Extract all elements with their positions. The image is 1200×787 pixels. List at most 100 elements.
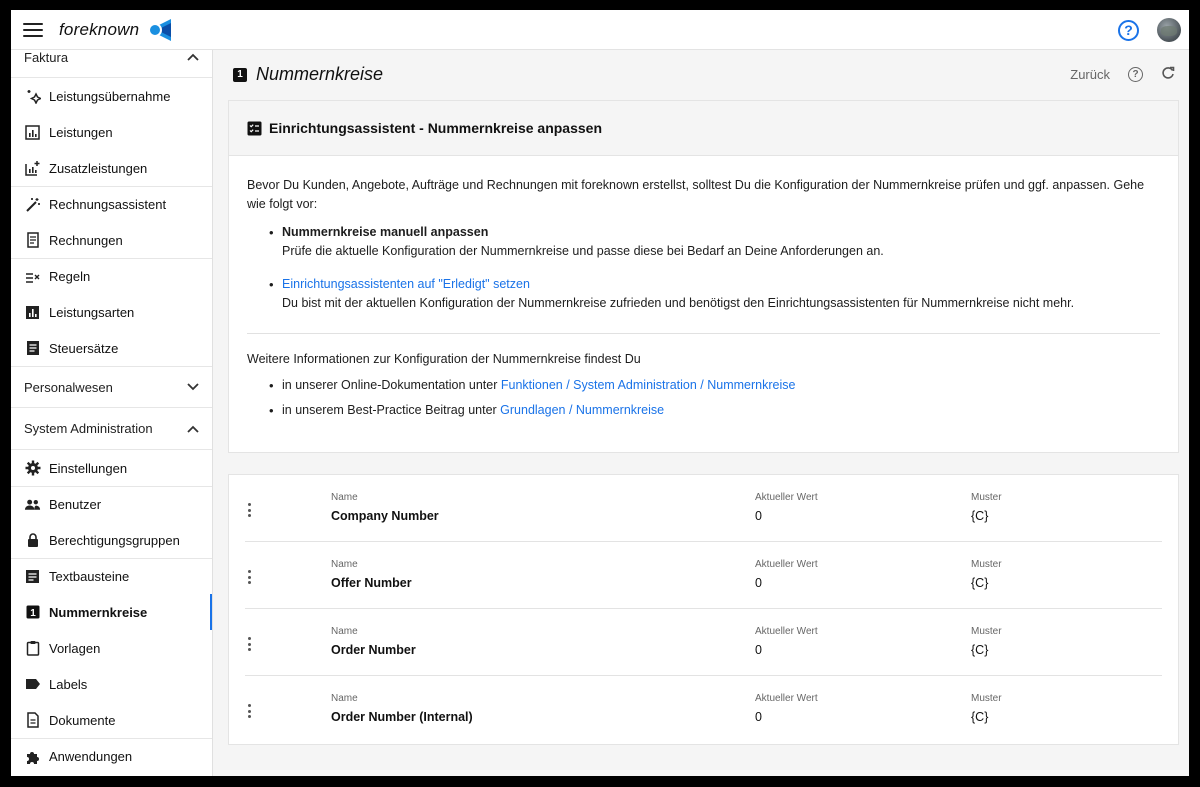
magic-wand-icon [24,196,41,213]
column-label: Aktueller Wert [755,559,818,570]
back-button[interactable]: Zurück [1070,67,1110,82]
sidebar-section-label: Personalwesen [24,379,113,395]
sidebar-item-nummernkreise[interactable]: 1 Nummernkreise [11,594,212,630]
sidebar-item-anwendungen[interactable]: Anwendungen [11,738,212,774]
sidebar-item-label: Dokumente [49,712,116,728]
sidebar-item-berechtigungsgruppen[interactable]: Berechtigungsgruppen [11,522,212,558]
menu-icon[interactable] [23,22,43,37]
sidebar-section-label: System Administration [24,421,153,436]
cell-value: 0 [755,509,762,523]
step-description: Prüfe die aktuelle Konfiguration der Num… [282,244,884,258]
help-icon[interactable]: ? [1128,67,1143,82]
number-box-icon: 1 [233,67,247,82]
bar-chart-icon [24,124,41,141]
sidebar-item-vorlagen[interactable]: Vorlagen [11,630,212,666]
file-icon [24,712,41,729]
table-row[interactable]: Name Offer Number Aktueller Wert 0 Muster {… [245,542,1162,609]
links-list: in unserer Online-Dokumentation unter Fu… [247,376,1160,420]
step-description: Du bist mit der aktuellen Konfiguration … [282,296,1075,310]
sidebar-item-rechnungsassistent[interactable]: Rechnungsassistent [11,186,212,222]
cell-value: 0 [755,576,762,590]
sidebar-item-benutzer[interactable]: Benutzer [11,486,212,522]
avatar[interactable] [1157,18,1181,42]
gear-icon [24,460,41,477]
table-row[interactable]: Name Order Number Aktueller Wert 0 Muster {… [245,609,1162,676]
documentation-link[interactable]: Funktionen / System Administration / Num… [501,378,796,392]
sidebar-section-system-administration[interactable]: System Administration [11,408,212,450]
sidebar-item-steuersaetze[interactable]: Steuersätze [11,330,212,366]
list-item: Nummernkreise manuell anpassen Prüfe die… [247,223,1160,261]
sidebar-item-label: Rechnungsassistent [49,197,167,212]
sidebar-item-einstellungen[interactable]: Einstellungen [11,450,212,486]
more-vert-icon[interactable] [247,704,251,718]
bp-prefix: in unserem Best-Practice Beitrag unter [282,403,501,417]
intro-text: Bevor Du Kunden, Angebote, Aufträge und … [247,178,1145,211]
sidebar-item-dokumente[interactable]: Dokumente [11,702,212,738]
clipboard-icon [24,640,41,657]
column-label: Muster [971,559,1002,570]
chart-box-icon [24,304,41,321]
more-vert-icon[interactable] [247,637,251,651]
sidebar-item-textbausteine[interactable]: Textbausteine [11,558,212,594]
sidebar-section-faktura[interactable]: Faktura [11,50,212,78]
column-label: Name [331,492,358,503]
rule-icon [24,268,41,285]
sidebar-section-label: Faktura [24,50,69,65]
page-header: 1 Nummernkreise [233,64,383,85]
bar-chart-plus-icon [24,160,41,177]
sidebar-item-label: Leistungsübernahme [49,88,171,104]
card-title: Einrichtungsassistent - Nummernkreise an… [269,120,602,136]
step-title: Nummernkreise manuell anpassen [282,225,489,239]
text-box-icon [24,568,41,585]
sidebar-item-label: Labels [49,676,88,692]
puzzle-icon [24,748,41,765]
best-practice-link[interactable]: Grundlagen / Nummernkreise [500,403,664,417]
table-row[interactable]: Name Company Number Aktueller Wert 0 Muste… [245,475,1162,542]
help-icon[interactable]: ? [1118,19,1139,41]
column-label: Name [331,559,358,570]
users-icon [24,496,41,513]
sidebar-item-leistungsarten[interactable]: Leistungsarten [11,294,212,330]
cell-pattern: {C} [971,509,989,523]
sidebar-item-label: Regeln [49,269,91,284]
label-icon [24,676,41,693]
list-item: in unserem Best-Practice Beitrag unter G… [247,401,1160,420]
column-label: Aktueller Wert [755,626,818,637]
column-label: Aktueller Wert [755,492,818,503]
sidebar-item-label: Leistungen [49,124,113,140]
chevron-down-icon[interactable] [186,380,200,394]
chevron-up-icon[interactable] [186,422,200,436]
sparkle-icon [24,88,41,105]
sidebar-item-label: Einstellungen [49,460,128,476]
sidebar-item-zusatzleistungen[interactable]: Zusatzleistungen [11,150,212,186]
page-title: Nummernkreise [256,64,384,84]
card-body: Bevor Du Kunden, Angebote, Aufträge und … [229,156,1178,420]
refresh-icon[interactable] [1161,66,1175,83]
doc-prefix: in unserer Online-Dokumentation unter [282,378,501,392]
column-label: Aktueller Wert [755,693,818,704]
sidebar-item-regeln[interactable]: Regeln [11,258,212,294]
sidebar-item-rechnungen[interactable]: Rechnungen [11,222,212,258]
cell-pattern: {C} [971,710,989,724]
mark-done-link[interactable]: Einrichtungsassistenten auf "Erledigt" s… [282,275,1160,294]
brand-logo-icon [145,17,175,43]
column-label: Muster [971,693,1002,704]
brand-logo-text[interactable]: foreknown [59,20,139,40]
sidebar-item-label: Berechtigungsgruppen [49,532,180,548]
cell-name: Order Number (Internal) [331,710,473,724]
sidebar-section-personalwesen[interactable]: Personalwesen [11,366,212,408]
card-header: Einrichtungsassistent - Nummernkreise an… [229,101,1178,156]
more-vert-icon[interactable] [247,503,251,517]
more-info-text: Weitere Informationen zur Konfiguration … [247,352,641,366]
chevron-up-icon[interactable] [186,50,200,64]
app-window: foreknown ? Faktura Leistungsübernahme L… [11,10,1189,776]
sidebar-item-leistungsuebernahme[interactable]: Leistungsübernahme [11,78,212,114]
sidebar-item-label: Leistungsarten [49,304,135,320]
sidebar-item-label: Benutzer [49,497,102,512]
more-vert-icon[interactable] [247,570,251,584]
sidebar-item-labels[interactable]: Labels [11,666,212,702]
table-row[interactable]: Name Order Number (Internal) Aktueller We… [245,676,1162,743]
sidebar: Faktura Leistungsübernahme Leistungen Zu… [11,50,213,776]
sidebar-item-leistungen[interactable]: Leistungen [11,114,212,150]
sidebar-item-label: Vorlagen [49,640,101,656]
